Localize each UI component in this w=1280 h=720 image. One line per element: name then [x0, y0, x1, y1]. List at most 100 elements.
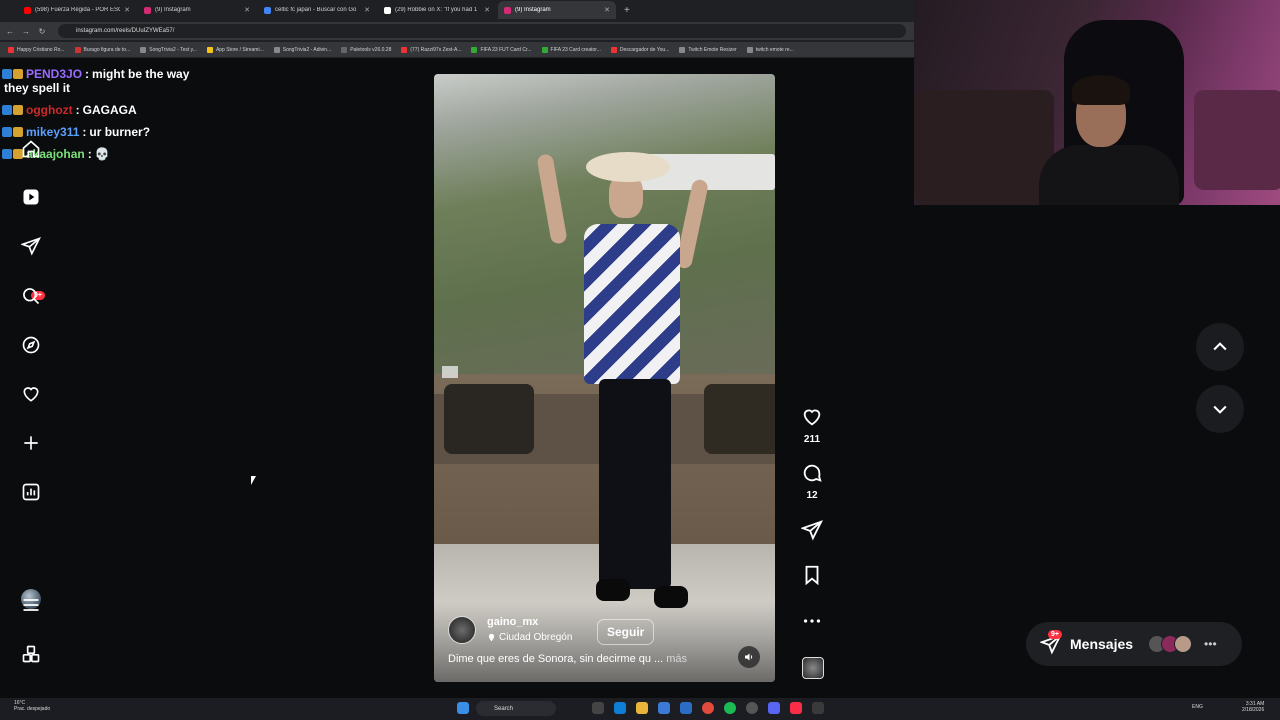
taskbar-clock[interactable]: 3:31 AM 2/18/2026 [1242, 701, 1264, 713]
file-explorer-icon[interactable] [636, 702, 648, 714]
close-tab-icon[interactable]: ✕ [124, 6, 130, 14]
home-icon[interactable] [20, 138, 42, 160]
chat-separator: : [82, 125, 87, 139]
reel-caption-text: Dime que eres de Sonora, sin decirme qu … [448, 653, 664, 665]
bookmark-item[interactable]: FIFA 23 Card creator... [541, 46, 601, 53]
follow-button[interactable]: Seguir [597, 619, 655, 645]
bookmark-item[interactable]: Paletools v26.0.28 [341, 46, 392, 53]
close-tab-icon[interactable]: ✕ [484, 6, 490, 14]
url-bar[interactable]: instagram.com/reels/DUuIZYWEa57/ [58, 24, 906, 38]
close-tab-icon[interactable]: ✕ [604, 6, 610, 14]
tab-favicon [24, 6, 31, 14]
bookmark-label: App Store / Streami... [215, 46, 264, 53]
bookmark-icon [805, 565, 819, 586]
clock-date: 2/18/2026 [1242, 707, 1265, 713]
app-icon[interactable] [812, 702, 824, 714]
video-frame [599, 379, 671, 589]
create-plus-icon[interactable] [20, 432, 42, 454]
address-row: ← → ↻ instagram.com/reels/DUuIZYWEa57/ [0, 22, 914, 40]
reel-author-avatar[interactable] [448, 616, 476, 644]
next-reel-button[interactable] [1196, 385, 1244, 433]
spotify-icon[interactable] [724, 702, 736, 714]
weather-widget[interactable]: 16°C Prac. despejado [14, 700, 50, 712]
forward-icon[interactable]: → [20, 27, 32, 36]
bookmark-item[interactable]: (77) Razzi97s Zest-A... [401, 46, 461, 53]
dashboard-icon[interactable] [20, 481, 42, 503]
close-tab-icon[interactable]: ✕ [244, 6, 250, 14]
more-options-action[interactable] [796, 610, 828, 637]
bookmark-item[interactable]: SongTrivia2 - Test y... [140, 46, 197, 53]
browser-tab[interactable]: (598) Fuerza Regida - POR ESC ✕ [18, 1, 136, 19]
bookmark-label: Paletools v26.0.28 [350, 46, 392, 53]
video-frame [586, 152, 670, 182]
bookmark-label: Happy Cristiano Ro... [17, 46, 65, 53]
bookmark-label: Burago figura de to... [83, 46, 131, 53]
bookmark-label: Twitch Emote Resizer [688, 46, 737, 53]
audio-thumbnail[interactable] [802, 657, 824, 679]
apps-icon[interactable] [20, 643, 42, 665]
task-view-icon[interactable] [592, 702, 604, 714]
bookmark-item[interactable]: App Store / Streami... [206, 46, 264, 53]
search-icon[interactable] [20, 285, 42, 307]
direct-message-icon[interactable] [20, 235, 42, 257]
music-icon[interactable] [790, 702, 802, 714]
browser-chrome: (598) Fuerza Regida - POR ESC ✕ (9) Instag… [0, 0, 914, 58]
mail-icon[interactable] [680, 702, 692, 714]
bookmark-item[interactable]: SongTrivia2 - Adivin... [273, 46, 331, 53]
close-tab-icon[interactable]: ✕ [364, 6, 370, 14]
bookmark-label: FIFA 23 Card creator... [550, 46, 601, 53]
mute-button[interactable] [738, 646, 760, 668]
reels-icon[interactable] [20, 186, 42, 208]
bookmark-item[interactable]: twitch emote re... [746, 46, 794, 53]
tab-title: (29) Robbie on X: "If you had 1 [395, 7, 478, 13]
browser-tab[interactable]: (9) Instagram ✕ [138, 1, 256, 19]
webcam-frame [1072, 75, 1130, 105]
bookmark-item[interactable]: Burago figura de to... [74, 46, 131, 53]
browser-tab[interactable]: celtic fc japan - Buscar con Go ✕ [258, 1, 376, 19]
chat-text: GAGAGA [82, 103, 137, 117]
previous-reel-button[interactable] [1196, 323, 1244, 371]
like-count: 211 [803, 434, 821, 445]
bookmarks-bar: Happy Cristiano Ro... Burago figura de to… [0, 42, 914, 57]
obs-icon[interactable] [746, 702, 758, 714]
system-tray-lang[interactable]: ENG [1192, 704, 1203, 710]
bookmark-favicon [273, 46, 280, 53]
video-frame [442, 366, 458, 378]
webcam-overlay [914, 0, 1280, 205]
windows-start-icon[interactable] [457, 702, 469, 714]
location-pin-icon [488, 633, 495, 642]
reel-location[interactable]: Ciudad Obregón [487, 632, 572, 643]
share-action[interactable] [796, 519, 828, 546]
taskbar-search[interactable]: Search [476, 701, 556, 716]
store-icon[interactable] [658, 702, 670, 714]
reel-video[interactable]: gaino_mx Ciudad Obregón Seguir Dime que … [434, 74, 775, 682]
edge-icon[interactable] [614, 702, 626, 714]
reel-username[interactable]: gaino_mx [487, 616, 538, 628]
new-tab-button[interactable]: + [624, 5, 630, 16]
bookmark-item[interactable]: Twitch Emote Resizer [679, 46, 737, 53]
menu-icon[interactable] [20, 594, 42, 616]
save-action[interactable] [796, 564, 828, 591]
bookmark-favicon [610, 46, 617, 53]
browser-tab[interactable]: (9) Instagram ✕ [498, 1, 616, 19]
heart-icon[interactable] [20, 383, 42, 405]
bookmark-item[interactable]: FIFA 23 FUT Card Cr... [471, 46, 532, 53]
chrome-icon[interactable] [702, 702, 714, 714]
tab-favicon [384, 6, 391, 14]
bookmark-item[interactable]: Happy Cristiano Ro... [8, 46, 65, 53]
like-action[interactable]: 211 [796, 406, 828, 445]
more-link[interactable]: más [666, 653, 687, 665]
back-icon[interactable]: ← [4, 27, 16, 36]
comment-action[interactable]: 12 [796, 462, 828, 501]
browser-tab[interactable]: (29) Robbie on X: "If you had 1 ✕ [378, 1, 496, 19]
messages-button[interactable]: Mensajes ••• [1026, 622, 1242, 666]
discord-icon[interactable] [768, 702, 780, 714]
bookmark-favicon [8, 46, 14, 53]
bookmark-item[interactable]: Descargador de You... [610, 46, 669, 53]
chat-separator: : [85, 67, 90, 81]
chat-text: ur burner? [89, 125, 151, 139]
explore-icon[interactable] [20, 334, 42, 356]
bookmark-favicon [401, 46, 408, 53]
video-frame [596, 579, 630, 601]
reload-icon[interactable]: ↻ [36, 27, 48, 36]
